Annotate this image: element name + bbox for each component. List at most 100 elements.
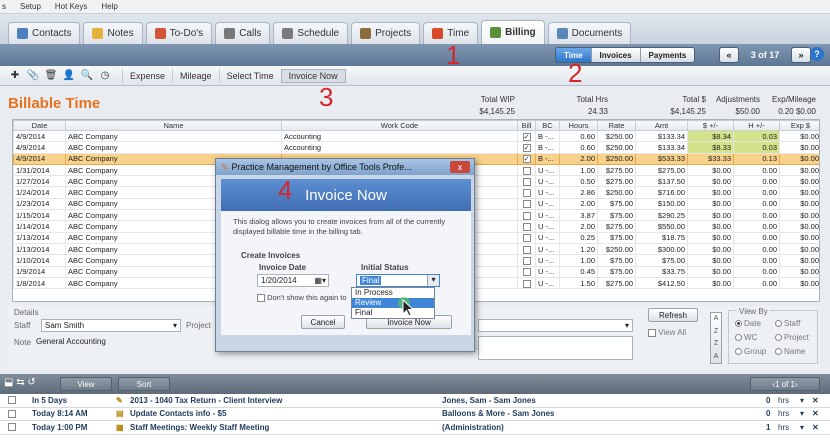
tab-projects[interactable]: Projects: [351, 22, 421, 44]
view-by-wc[interactable]: WC: [735, 333, 757, 342]
column-header[interactable]: $ +/-: [687, 120, 734, 131]
close-icon[interactable]: ✕: [812, 409, 819, 418]
segment-payments[interactable]: Payments: [640, 48, 695, 62]
note-field[interactable]: General Accounting: [33, 336, 219, 360]
bill-checkbox[interactable]: [522, 189, 531, 198]
column-header[interactable]: Exp $: [779, 120, 819, 131]
activity-pager[interactable]: ‹ 1 of 1 ›: [750, 377, 820, 391]
activity-tools-icon[interactable]: ⬓ ⇆ ↺: [4, 377, 36, 388]
invoice-date-field[interactable]: 1/20/2014 ▦▾: [257, 274, 329, 287]
tab-calls[interactable]: Calls: [215, 22, 271, 44]
activity-checkbox[interactable]: [8, 423, 16, 432]
calendar-dropdown-icon[interactable]: ▦▾: [314, 276, 326, 285]
cell-rate: $275.00: [597, 276, 636, 290]
chevron-down-icon[interactable]: ▾: [800, 396, 804, 405]
bill-checkbox[interactable]: ✓: [522, 155, 531, 164]
tab-billing[interactable]: Billing: [481, 20, 545, 44]
dialog-close-button[interactable]: x: [450, 161, 470, 173]
menu-item[interactable]: Help: [101, 2, 117, 11]
view-by-name[interactable]: Name: [775, 347, 805, 356]
help-icon[interactable]: ?: [810, 47, 824, 61]
clock-icon: [432, 28, 444, 39]
view-by-group[interactable]: Group: [735, 347, 766, 356]
view-button[interactable]: View: [60, 377, 112, 391]
add-icon[interactable]: ✚: [6, 68, 24, 84]
activity-row[interactable]: Today 1:00 PM ▦ Staff Meetings: Weekly Sta…: [0, 421, 830, 435]
tab-notes[interactable]: Notes: [83, 22, 143, 44]
view-all-checkbox[interactable]: View All: [648, 328, 686, 337]
activity-row[interactable]: In 5 Days ✎ 2013 - 1040 Tax Return - Clien…: [0, 394, 830, 408]
chevron-down-icon[interactable]: ▾: [800, 409, 804, 418]
bill-checkbox[interactable]: [522, 177, 531, 186]
view-by-project[interactable]: Project: [775, 333, 809, 342]
column-header[interactable]: H +/-: [733, 120, 780, 131]
menu-item[interactable]: Setup: [20, 2, 41, 11]
activity-row[interactable]: Today 8:14 AM ▤ Update Contacts info - $5 B…: [0, 408, 830, 421]
bill-checkbox[interactable]: [522, 279, 531, 288]
view-by-date[interactable]: Date: [735, 319, 761, 328]
cell-rate: $75.00: [597, 265, 636, 278]
column-header[interactable]: Date: [13, 120, 66, 131]
tab-documents[interactable]: Documents: [547, 22, 632, 44]
chevron-down-icon[interactable]: ▾: [427, 275, 439, 286]
status-option-review[interactable]: Review: [352, 298, 434, 308]
status-option-in-process[interactable]: In Process: [352, 288, 434, 298]
column-header[interactable]: Rate: [597, 120, 636, 131]
paperclip-icon[interactable]: 📎: [24, 68, 42, 84]
cell-date: 1/9/2014: [13, 265, 66, 278]
close-icon[interactable]: ✕: [812, 423, 819, 432]
expense-button[interactable]: Expense: [122, 68, 172, 83]
cancel-button[interactable]: Cancel: [301, 315, 345, 329]
column-header[interactable]: Amt: [635, 120, 688, 131]
staff-select[interactable]: Sam Smith ▾: [41, 319, 181, 332]
bill-checkbox[interactable]: [522, 268, 531, 277]
sort-az-toggle[interactable]: AZZA: [710, 312, 722, 364]
activity-checkbox[interactable]: [8, 396, 16, 405]
bill-checkbox[interactable]: [522, 234, 531, 243]
column-header[interactable]: Name: [65, 120, 282, 131]
table-row[interactable]: 4/9/2014 ABC Company Accounting ✓ B -... 0.60…: [13, 129, 819, 143]
column-header[interactable]: Work Code: [281, 120, 518, 131]
bill-checkbox[interactable]: ✓: [522, 143, 531, 152]
tab-schedule[interactable]: Schedule: [273, 22, 349, 44]
tab-todos[interactable]: To-Do's: [145, 22, 213, 44]
note-extra-field[interactable]: [478, 336, 633, 360]
menu-item[interactable]: s: [2, 2, 6, 11]
bill-checkbox[interactable]: ✓: [522, 132, 531, 141]
column-header[interactable]: Bill: [517, 120, 536, 131]
bill-checkbox[interactable]: [522, 200, 531, 209]
clock-icon[interactable]: ◷: [96, 68, 114, 84]
activity-unit: hrs: [778, 422, 790, 432]
cell-hours: 2.00: [559, 152, 598, 165]
person-icon[interactable]: 👤: [60, 68, 78, 84]
bill-checkbox[interactable]: [522, 166, 531, 175]
invoice-now-button[interactable]: Invoice Now: [280, 68, 346, 83]
bill-checkbox[interactable]: [522, 256, 531, 265]
next-record-button[interactable]: »: [791, 47, 811, 63]
delete-icon[interactable]: 🗑: [42, 68, 60, 84]
refresh-button[interactable]: Refresh: [648, 308, 698, 322]
dont-show-checkbox[interactable]: Don't show this again to: [257, 293, 347, 303]
close-icon[interactable]: ✕: [812, 396, 819, 405]
search-icon[interactable]: 🔍: [78, 68, 96, 84]
chevron-down-icon[interactable]: ▾: [800, 423, 804, 432]
previous-record-button[interactable]: «: [719, 47, 739, 63]
bill-checkbox[interactable]: [522, 245, 531, 254]
initial-status-label: Initial Status: [361, 263, 409, 272]
select-time-button[interactable]: Select Time: [218, 68, 281, 83]
segment-invoices[interactable]: Invoices: [591, 48, 641, 62]
column-header[interactable]: Hours: [559, 120, 598, 131]
activity-checkbox[interactable]: [8, 409, 16, 418]
bill-checkbox[interactable]: [522, 211, 531, 220]
initial-status-select[interactable]: Final ▾: [356, 274, 440, 287]
mileage-button[interactable]: Mileage: [172, 68, 219, 83]
work-code-select[interactable]: ▾: [478, 319, 633, 332]
table-row[interactable]: 4/9/2014 ABC Company Accounting ✓ B -... 0.60…: [13, 141, 819, 154]
column-header[interactable]: BC: [535, 120, 560, 131]
menu-item[interactable]: Hot Keys: [55, 2, 87, 11]
view-by-staff[interactable]: Staff: [775, 319, 800, 328]
bill-checkbox[interactable]: [522, 223, 531, 232]
sort-button[interactable]: Sort: [118, 377, 170, 391]
tab-contacts[interactable]: Contacts: [8, 22, 81, 44]
status-option-final[interactable]: Final: [352, 308, 434, 318]
